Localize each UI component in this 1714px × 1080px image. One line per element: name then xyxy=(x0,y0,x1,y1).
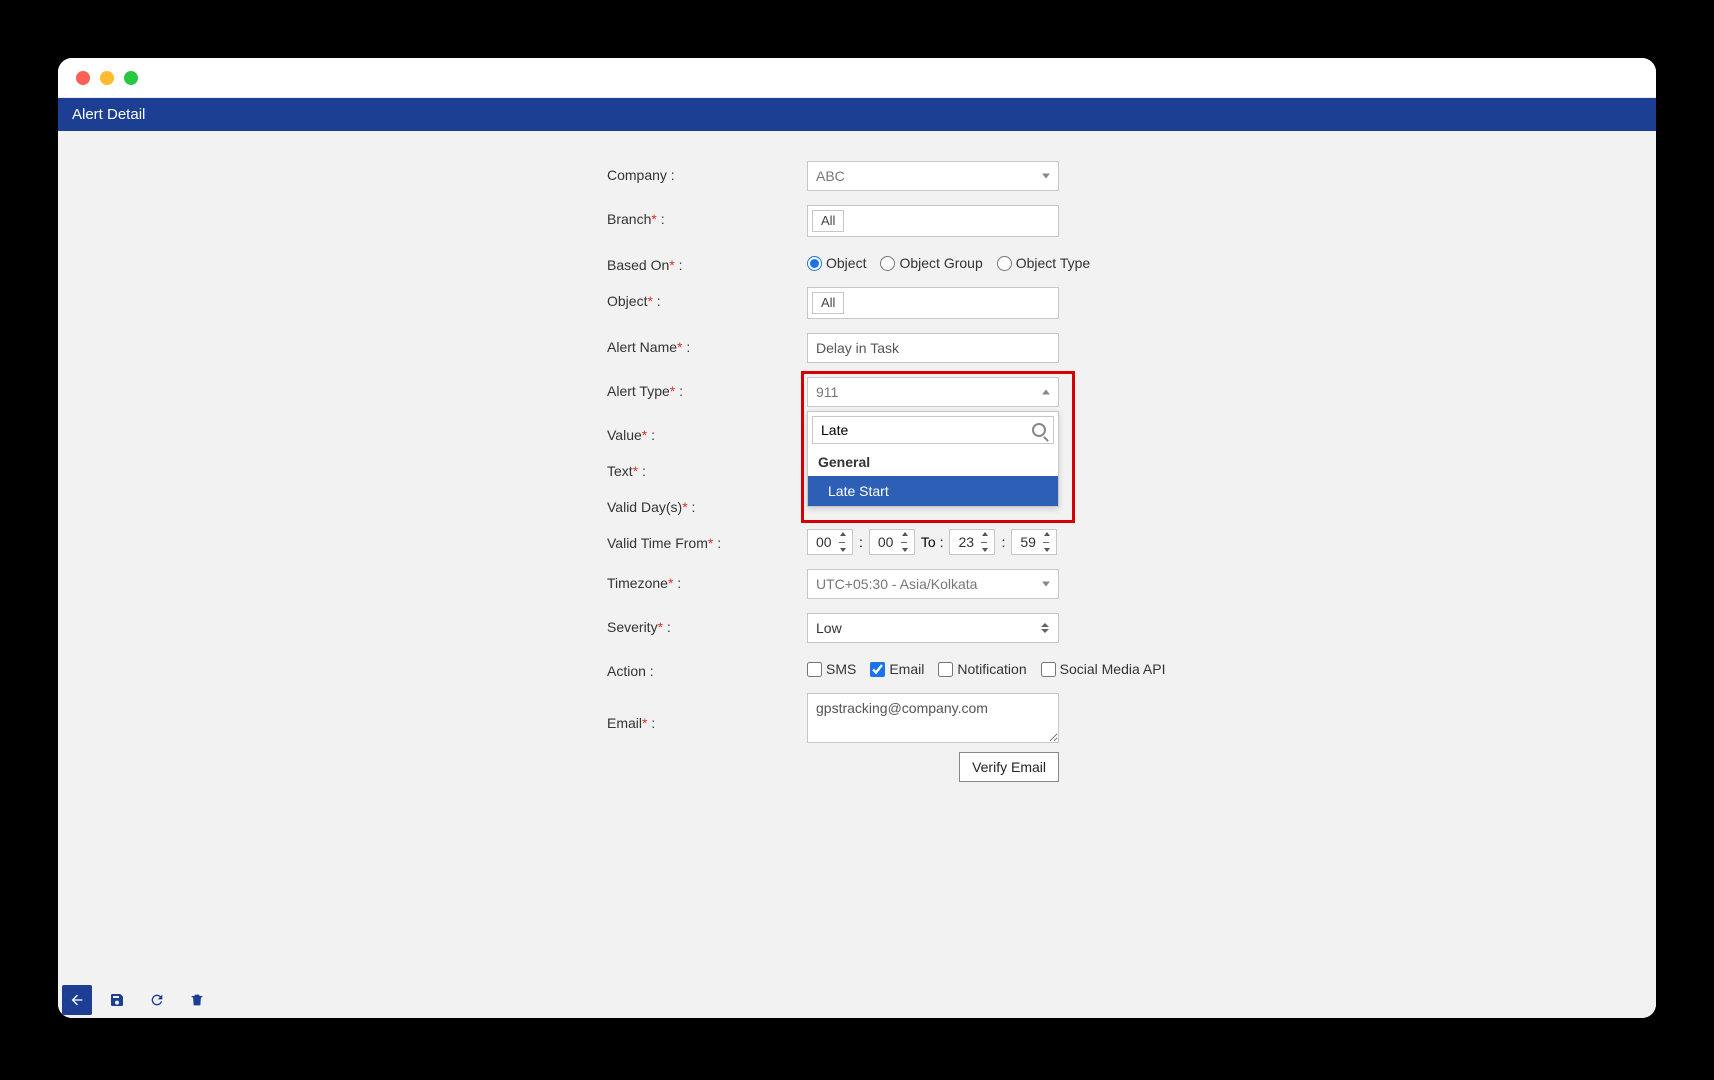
save-button[interactable] xyxy=(102,985,132,1015)
alert-type-select[interactable]: 911 xyxy=(807,377,1059,407)
chk-social[interactable]: Social Media API xyxy=(1041,661,1166,677)
label-based-on: Based On* : xyxy=(607,251,797,273)
radio-object-group[interactable]: Object Group xyxy=(880,255,982,271)
branch-tag[interactable]: All xyxy=(812,210,844,232)
object-input[interactable]: All xyxy=(807,287,1059,319)
based-on-radios: Object Object Group Object Type xyxy=(807,251,1127,271)
time-from-hour[interactable]: 00 xyxy=(807,529,853,555)
severity-select[interactable]: Low xyxy=(807,613,1059,643)
label-email: Email* : xyxy=(607,693,797,731)
delete-button[interactable] xyxy=(182,985,212,1015)
dropdown-group: General xyxy=(808,448,1058,476)
label-value: Value* : xyxy=(607,421,797,443)
label-text: Text* : xyxy=(607,457,797,479)
panel-title: Alert Detail xyxy=(58,98,1656,131)
time-to-hour[interactable]: 23 xyxy=(949,529,995,555)
label-severity: Severity* : xyxy=(607,613,797,635)
footer-toolbar xyxy=(58,982,1656,1018)
action-checkboxes: SMS Email Notification Social Media API xyxy=(807,657,1167,677)
app-window: Alert Detail Company : ABC Branch* : All… xyxy=(58,58,1656,1018)
email-input[interactable] xyxy=(807,693,1059,743)
chk-sms[interactable]: SMS xyxy=(807,661,856,677)
window-minimize-button[interactable] xyxy=(100,71,114,85)
save-icon xyxy=(109,992,125,1008)
label-timezone: Timezone* : xyxy=(607,569,797,591)
alert-type-dropdown: General Late Start xyxy=(807,411,1059,507)
window-titlebar xyxy=(58,58,1656,98)
chk-email[interactable]: Email xyxy=(870,661,924,677)
arrow-left-icon xyxy=(69,992,85,1008)
window-maximize-button[interactable] xyxy=(124,71,138,85)
label-alert-type: Alert Type* : xyxy=(607,377,797,399)
chk-notification[interactable]: Notification xyxy=(938,661,1026,677)
label-branch: Branch* : xyxy=(607,205,797,227)
window-close-button[interactable] xyxy=(76,71,90,85)
company-value: ABC xyxy=(816,168,845,184)
alert-type-search-input[interactable] xyxy=(812,416,1054,444)
verify-email-button[interactable]: Verify Email xyxy=(959,752,1059,782)
refresh-icon xyxy=(149,992,165,1008)
label-company: Company : xyxy=(607,161,797,183)
dropdown-item-late-start[interactable]: Late Start xyxy=(808,476,1058,506)
label-alert-name: Alert Name* : xyxy=(607,333,797,355)
radio-object[interactable]: Object xyxy=(807,255,866,271)
alert-form: Company : ABC Branch* : All Based On* : … xyxy=(607,161,1107,782)
radio-object-type[interactable]: Object Type xyxy=(997,255,1090,271)
alert-type-value: 911 xyxy=(816,384,838,400)
company-select[interactable]: ABC xyxy=(807,161,1059,191)
time-to-min[interactable]: 59 xyxy=(1011,529,1057,555)
back-button[interactable] xyxy=(62,985,92,1015)
label-object: Object* : xyxy=(607,287,797,309)
label-valid-days: Valid Day(s)* : xyxy=(607,493,797,515)
object-tag[interactable]: All xyxy=(812,292,844,314)
valid-time-row: 00 : 00 To : 23 : 59 xyxy=(807,529,1127,555)
refresh-button[interactable] xyxy=(142,985,172,1015)
label-to: To : xyxy=(921,534,944,550)
label-valid-time-from: Valid Time From* : xyxy=(607,529,797,551)
label-action: Action : xyxy=(607,657,797,679)
branch-input[interactable]: All xyxy=(807,205,1059,237)
trash-icon xyxy=(189,992,205,1008)
timezone-select[interactable]: UTC+05:30 - Asia/Kolkata xyxy=(807,569,1059,599)
content-area: Alert Detail Company : ABC Branch* : All… xyxy=(58,98,1656,1018)
time-from-min[interactable]: 00 xyxy=(869,529,915,555)
alert-name-input[interactable] xyxy=(807,333,1059,363)
search-icon xyxy=(1032,423,1046,437)
